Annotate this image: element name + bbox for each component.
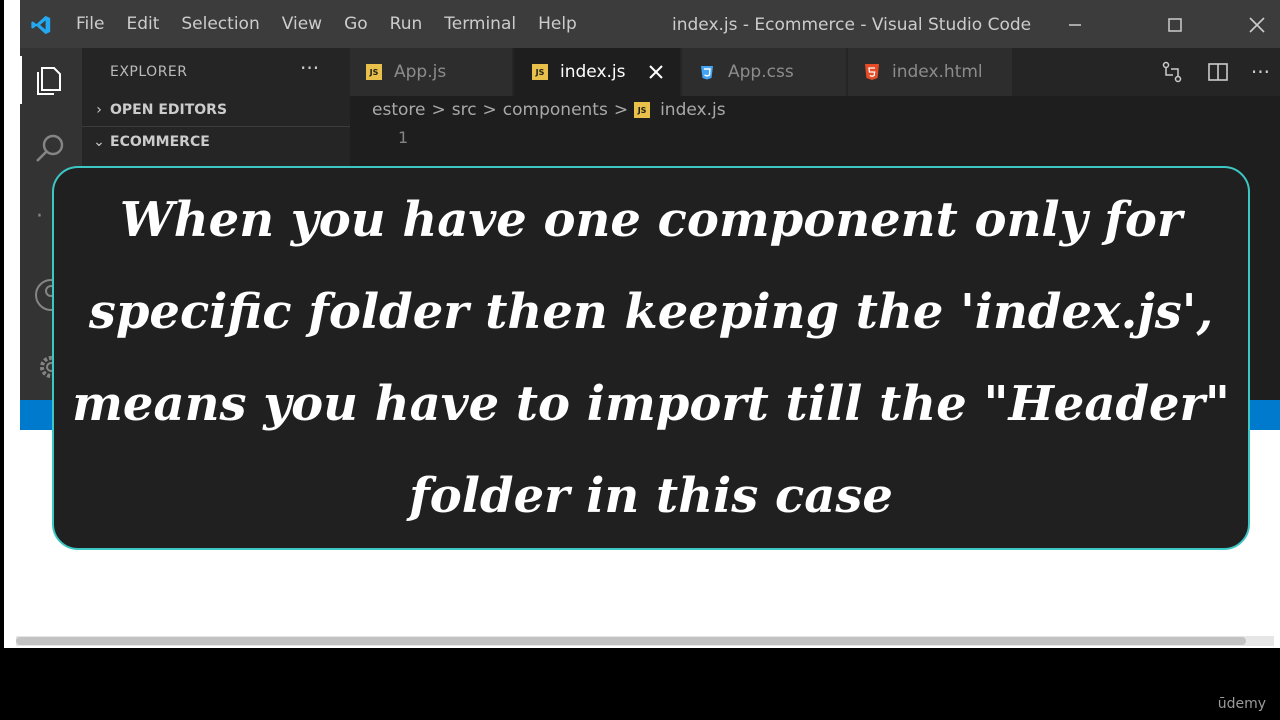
horizontal-scrollbar[interactable] bbox=[16, 636, 1274, 646]
more-actions-icon[interactable]: ··· bbox=[1251, 60, 1270, 84]
breadcrumb-item[interactable]: components bbox=[503, 100, 608, 120]
breadcrumb-separator: > bbox=[431, 100, 446, 120]
maximize-icon bbox=[1168, 18, 1182, 32]
breadcrumb-item[interactable]: index.js bbox=[660, 100, 726, 120]
menu-file[interactable]: File bbox=[76, 14, 104, 34]
js-file-icon: JS bbox=[366, 64, 382, 80]
menu-terminal[interactable]: Terminal bbox=[444, 14, 516, 34]
section-label: OPEN EDITORS bbox=[110, 102, 228, 118]
more-actions-icon[interactable]: ··· bbox=[300, 56, 319, 80]
close-window-button[interactable] bbox=[1242, 10, 1272, 40]
tab-index-js[interactable]: JS index.js bbox=[514, 48, 680, 96]
menu-go[interactable]: Go bbox=[344, 14, 368, 34]
minimize-button[interactable] bbox=[1060, 10, 1090, 40]
breadcrumb-separator: > bbox=[482, 100, 497, 120]
css-file-icon bbox=[701, 66, 713, 80]
open-editors-section[interactable]: › OPEN EDITORS bbox=[88, 96, 344, 124]
vscode-logo-icon bbox=[31, 15, 51, 35]
minimize-icon bbox=[1069, 24, 1081, 26]
html-file-icon bbox=[865, 64, 879, 80]
split-editor-icon[interactable] bbox=[1207, 61, 1229, 83]
menu-bar: File Edit Selection View Go Run Terminal… bbox=[76, 0, 599, 48]
explorer-title: EXPLORER bbox=[110, 64, 188, 80]
maximize-button[interactable] bbox=[1160, 10, 1190, 40]
line-number: 1 bbox=[398, 128, 409, 147]
editor-actions: ··· bbox=[1161, 60, 1270, 84]
js-file-icon: JS bbox=[634, 102, 651, 118]
menu-help[interactable]: Help bbox=[538, 14, 577, 34]
chevron-down-icon: ⌄ bbox=[93, 134, 105, 150]
close-icon bbox=[1249, 17, 1265, 33]
section-label: ECOMMERCE bbox=[110, 134, 210, 150]
tab-app-css[interactable]: App.css bbox=[682, 48, 846, 96]
menu-view[interactable]: View bbox=[282, 14, 322, 34]
breadcrumb-separator: > bbox=[613, 100, 629, 120]
editor-tabs: JS App.js JS index.js App.css index.html… bbox=[350, 48, 1280, 96]
source-control-icon[interactable]: · bbox=[36, 204, 43, 229]
tab-index-html[interactable]: index.html bbox=[848, 48, 1012, 96]
tab-app-js[interactable]: JS App.js bbox=[350, 48, 512, 96]
window-title: index.js - Ecommerce - Visual Studio Cod… bbox=[672, 15, 1032, 35]
active-indicator bbox=[20, 56, 22, 104]
menu-edit[interactable]: Edit bbox=[126, 14, 159, 34]
search-icon[interactable] bbox=[32, 130, 70, 168]
tab-label: App.css bbox=[728, 62, 794, 82]
menu-selection[interactable]: Selection bbox=[181, 14, 259, 34]
menu-run[interactable]: Run bbox=[390, 14, 423, 34]
scrollbar-thumb[interactable] bbox=[16, 637, 1246, 645]
close-tab-icon[interactable] bbox=[648, 64, 664, 80]
tab-label: index.js bbox=[560, 62, 626, 82]
breadcrumb-item[interactable]: src bbox=[452, 100, 477, 120]
udemy-watermark: ūdemy bbox=[1217, 696, 1266, 712]
caption-text: When you have one component only for spe… bbox=[72, 192, 1230, 524]
breadcrumb-item[interactable]: estore bbox=[372, 100, 425, 120]
tab-label: App.js bbox=[394, 62, 447, 82]
ecommerce-section[interactable]: ⌄ ECOMMERCE bbox=[88, 128, 344, 156]
explorer-files-icon[interactable] bbox=[32, 60, 70, 98]
js-file-icon: JS bbox=[532, 64, 548, 80]
breadcrumb: estore > src > components > JS index.js bbox=[372, 100, 726, 120]
chevron-right-icon: › bbox=[96, 102, 102, 118]
tab-label: index.html bbox=[892, 62, 983, 82]
compare-changes-icon[interactable] bbox=[1161, 61, 1183, 83]
title-bar: File Edit Selection View Go Run Terminal… bbox=[20, 0, 1280, 48]
divider bbox=[82, 126, 350, 127]
caption-overlay: When you have one component only for spe… bbox=[52, 166, 1250, 550]
